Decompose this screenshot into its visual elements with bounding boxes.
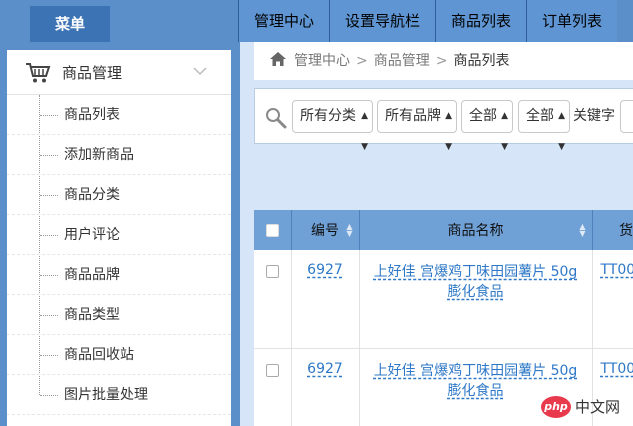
php-logo: php [541,396,571,418]
row-name-cell: 上好佳 宫爆鸡丁味田园薯片 50g 膨化食品 [359,250,593,349]
nav-product-list[interactable]: 商品列表 [435,0,527,42]
sidebar-list: 商品列表 添加新商品 商品分类 用户评论 商品品牌 商品类型 商品回收站 图片批… [7,95,231,415]
sidebar-panel: 商品管理 商品列表 添加新商品 商品分类 用户评论 商品品牌 商品类型 商品回收… [7,50,231,426]
header-name[interactable]: 商品名称 ▲ ▼ [359,210,593,250]
category-select-value: 所有分类 [300,108,356,124]
top-nav: 管理中心 设置导航栏 商品列表 订单列表 [238,0,618,42]
sidebar-item-product-type[interactable]: 商品类型 [7,295,231,335]
filter-panel: 所有分类 ▲ ▼ 所有品牌 ▲ ▼ 全部 ▲ ▼ 全部 ▲ ▼ 关键字 [254,88,633,152]
breadcrumb-product-management[interactable]: 商品管理 [374,53,430,69]
sidebar-item-recycle-bin[interactable]: 商品回收站 [7,335,231,375]
status-select-value: 全部 [469,108,497,124]
product-name-link[interactable]: 上好佳 宫爆鸡丁味田园薯片 50g 膨化食品 [374,264,578,300]
select-arrows-icon: ▲ ▼ [501,111,508,152]
sidebar-next-section [7,416,231,426]
menu-label[interactable]: 菜单 [30,6,110,42]
product-id-link[interactable]: 6927 [307,361,343,377]
select-all-checkbox[interactable] [265,223,279,237]
row-checkbox[interactable] [265,363,279,377]
sort-icon: ▲ ▼ [579,222,586,238]
home-icon[interactable] [270,52,286,66]
filter-select-value: 全部 [526,108,554,124]
keyword-input[interactable] [620,100,633,133]
row-sn-cell: TT006 [592,250,633,349]
row-checkbox-cell [254,348,292,426]
watermark: php 中文网 [541,394,631,420]
sort-icon: ▲ ▼ [346,222,353,238]
header-name-label: 商品名称 [447,223,504,239]
row-id-cell: 6927 [291,250,360,349]
row-checkbox[interactable] [265,265,279,278]
select-arrows-icon: ▲ ▼ [361,111,368,152]
sidebar: 商品管理 商品列表 添加新商品 商品分类 用户评论 商品品牌 商品类型 商品回收… [0,42,240,426]
table-row: 6927 上好佳 宫爆鸡丁味田园薯片 50g 膨化食品 TT006 [254,250,633,349]
header-checkbox-cell [254,210,292,250]
nav-order-list[interactable]: 订单列表 [526,0,618,42]
breadcrumb-admin-center[interactable]: 管理中心 [294,53,350,69]
sidebar-item-user-reviews[interactable]: 用户评论 [7,215,231,255]
nav-settings[interactable]: 设置导航栏 [329,0,436,42]
brand-select[interactable]: 所有品牌 ▲ ▼ [377,100,457,152]
header-sn-label: 货号 [619,223,633,239]
sidebar-item-product-category[interactable]: 商品分类 [7,175,231,215]
select-arrows-icon: ▲ ▼ [445,111,452,152]
category-select[interactable]: 所有分类 ▲ ▼ [292,100,373,152]
sidebar-section-title: 商品管理 [62,64,123,82]
sidebar-item-add-product[interactable]: 添加新商品 [7,135,231,175]
header-id[interactable]: 编号 ▲ ▼ [291,210,360,250]
sidebar-item-batch-image[interactable]: 图片批量处理 [7,375,231,415]
nav-admin-center[interactable]: 管理中心 [238,0,330,42]
select-arrows-icon: ▲ ▼ [558,111,565,152]
main-content: 管理中心 > 商品管理 > 商品列表 所有分类 ▲ ▼ 所有品牌 ▲ ▼ 全部 ▲ ▼ 全部 … [240,42,633,426]
brand-select-value: 所有品牌 [385,108,441,124]
row-id-cell: 6927 [291,348,360,426]
cart-icon [26,63,51,83]
watermark-text: 中文网 [575,398,621,416]
filter-select[interactable]: 全部 ▲ ▼ [518,100,570,152]
product-sn-link[interactable]: TT006 [601,262,633,278]
chevron-down-icon[interactable] [193,64,207,78]
breadcrumb-separator: > [435,53,448,69]
product-id-link[interactable]: 6927 [307,262,343,278]
header-id-label: 编号 [311,223,339,239]
table-header-row: 编号 ▲▼ 商品名称 ▲▼ 货号 [254,210,633,250]
sidebar-item-product-brand[interactable]: 商品品牌 [7,255,231,295]
breadcrumb: 管理中心 > 商品管理 > 商品列表 [254,42,633,80]
row-checkbox-cell [254,250,292,349]
breadcrumb-separator: > [356,53,368,69]
status-select[interactable]: 全部 ▲ ▼ [461,100,513,152]
sidebar-item-product-list[interactable]: 商品列表 [7,95,231,135]
product-sn-link[interactable]: TT006 [601,361,633,377]
breadcrumb-current: 商品列表 [453,53,510,69]
top-bar: 菜单 管理中心 设置导航栏 商品列表 订单列表 [0,0,633,42]
search-icon [266,108,287,129]
keyword-label: 关键字 [573,108,615,124]
header-sn[interactable]: 货号 [592,210,633,250]
sidebar-section-product-management[interactable]: 商品管理 [7,50,231,95]
